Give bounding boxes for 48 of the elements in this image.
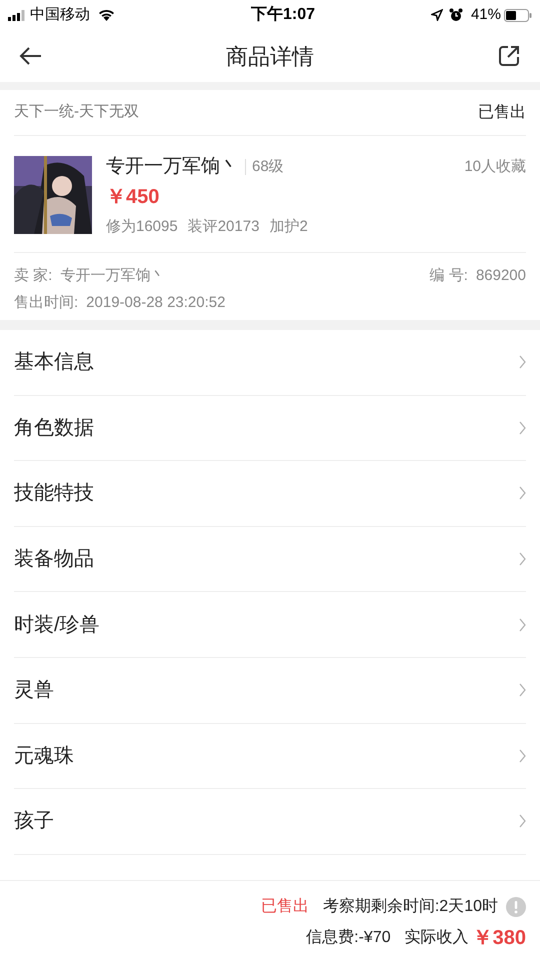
seller-label: 卖 家: bbox=[14, 266, 52, 286]
price: ￥450 bbox=[106, 185, 160, 210]
section-row[interactable]: 技能特技 bbox=[14, 461, 526, 527]
sold-time: 2019-08-28 23:20:52 bbox=[86, 292, 226, 312]
character-level: 68级 bbox=[252, 156, 284, 177]
section-row[interactable]: 灵兽 bbox=[14, 658, 526, 724]
income-label: 实际收入 bbox=[404, 928, 469, 948]
location-arrow-icon bbox=[430, 9, 443, 21]
section-row[interactable]: 基本信息 bbox=[14, 330, 526, 396]
sold-time-label: 售出时间: bbox=[14, 292, 78, 312]
id-label: 编 号: bbox=[430, 266, 468, 286]
wifi-icon bbox=[98, 9, 115, 21]
section-row[interactable]: 角色数据 bbox=[14, 396, 526, 462]
sale-status: 已售出 bbox=[478, 102, 526, 122]
chevron-right-icon bbox=[519, 420, 526, 435]
share-icon bbox=[498, 45, 520, 67]
clock: 下午1:07 bbox=[250, 4, 315, 25]
carrier-name: 中国移动 bbox=[30, 4, 90, 25]
share-button[interactable] bbox=[496, 43, 522, 69]
section-row[interactable]: 时装/珍兽 bbox=[14, 592, 526, 658]
seller-name: 专开一万军饷丶 bbox=[60, 266, 166, 286]
alarm-clock-icon bbox=[448, 8, 463, 22]
battery-percent: 41% bbox=[470, 4, 501, 25]
section-row[interactable]: 装备物品 bbox=[14, 526, 526, 592]
chevron-right-icon bbox=[519, 814, 526, 828]
chevron-right-icon bbox=[519, 683, 526, 698]
income-amount: ￥380 bbox=[472, 926, 526, 951]
stat-text: 加护2 bbox=[269, 217, 308, 237]
server-name: 天下一统-天下无双 bbox=[14, 102, 139, 122]
chevron-right-icon bbox=[519, 618, 526, 632]
back-arrow-icon bbox=[19, 46, 43, 66]
battery-icon bbox=[504, 8, 532, 22]
chevron-right-icon bbox=[519, 552, 526, 566]
favorite-count: 10人收藏 bbox=[464, 156, 526, 177]
inspection-countdown: 考察期剩余时间:2天10时 bbox=[322, 896, 498, 917]
chevron-right-icon bbox=[519, 486, 526, 500]
page-title: 商品详情 bbox=[226, 42, 314, 70]
section-row[interactable]: 孩子 bbox=[14, 789, 526, 855]
listing-id: 869200 bbox=[476, 266, 526, 286]
signal-icon bbox=[8, 10, 26, 20]
chevron-right-icon bbox=[519, 355, 526, 370]
section-row[interactable]: 元魂珠 bbox=[14, 724, 526, 790]
stat-text: 装评20173 bbox=[188, 217, 260, 237]
chevron-right-icon bbox=[519, 748, 526, 763]
stat-text: 修为16095 bbox=[106, 217, 178, 237]
info-fee: 信息费:-¥70 bbox=[306, 928, 391, 948]
character-name: 专开一万军饷丶 bbox=[106, 154, 239, 179]
footer-status: 已售出 bbox=[260, 896, 309, 917]
